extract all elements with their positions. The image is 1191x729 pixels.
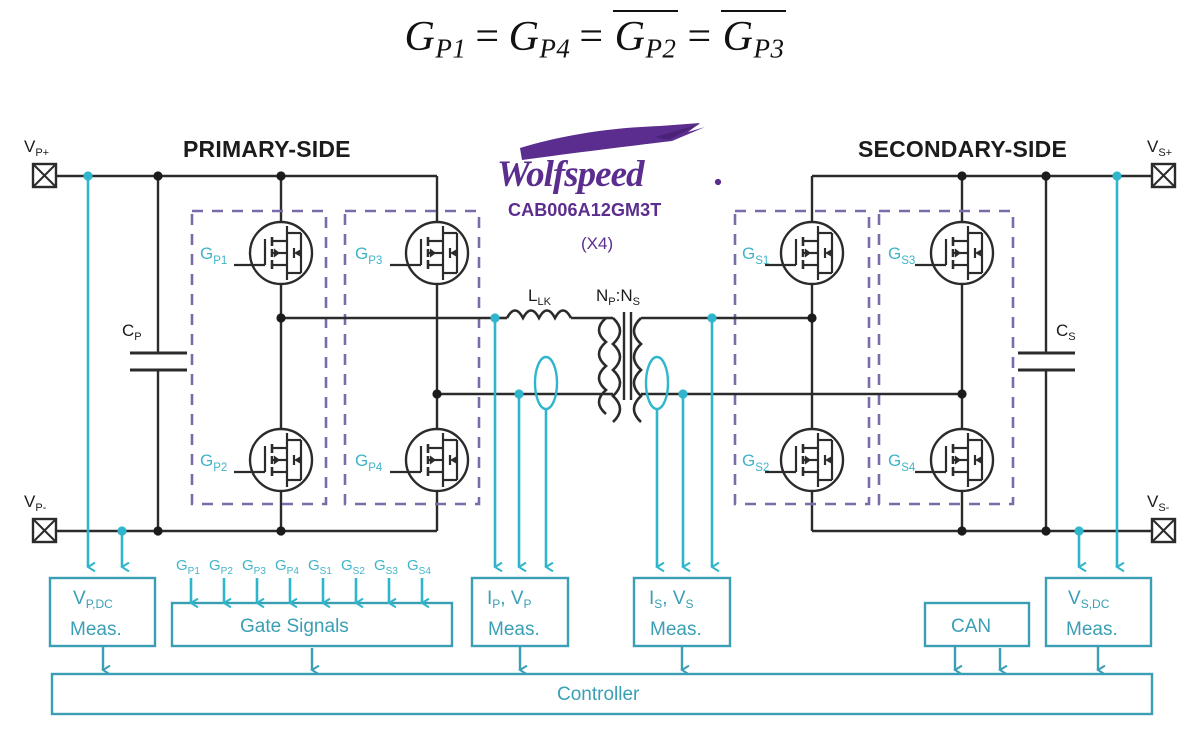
capacitor-cs: CS [1018, 171, 1076, 536]
terminal-vs-plus-label: VS+ [1147, 137, 1172, 159]
mosfet-qs2 [763, 427, 845, 493]
schematic-canvas: PRIMARY-SIDE SECONDARY-SIDE Wolfspeed CA… [24, 123, 1177, 716]
gate-signal-label-gp1: GP1 [176, 557, 200, 577]
block-ip-vp-meas-line2: Meas. [488, 619, 540, 640]
gate-signal-arrows [191, 578, 422, 603]
capacitor-cs-label: CS [1056, 321, 1076, 343]
terminal-vp-minus: VP- [24, 492, 58, 544]
wolfspeed-logo: Wolfspeed [497, 123, 722, 195]
terminal-vp-minus-label: VP- [24, 492, 47, 514]
gate-label-gs2: GS2 [742, 451, 769, 474]
terminal-vs-minus: VS- [1147, 492, 1177, 544]
terminal-vs-minus-label: VS- [1147, 492, 1170, 514]
wolfspeed-wordmark: Wolfspeed [497, 154, 645, 195]
block-can-label: CAN [951, 616, 991, 637]
gate-label-gp2: GP2 [200, 451, 227, 474]
transformer: NP:NS [596, 286, 712, 423]
terminal-vp-plus-label: VP+ [24, 137, 49, 159]
mosfet-qs4 [913, 427, 995, 493]
gate-label-gs3: GS3 [888, 244, 915, 267]
turns-ratio-label: NP:NS [596, 286, 640, 308]
secondary-side-title: SECONDARY-SIDE [858, 136, 1067, 162]
module-quantity: (X4) [581, 234, 613, 253]
gate-label-gp4: GP4 [355, 451, 383, 474]
gate-signal-label-gp4: GP4 [275, 557, 299, 577]
terminal-vp-plus: VP+ [24, 137, 58, 189]
block-is-vs-meas-line2: Meas. [650, 619, 702, 640]
block-vs-dc-meas-line2: Meas. [1066, 619, 1118, 640]
inductor-llk-label: LLK [528, 286, 552, 308]
block-ip-vp-meas[interactable]: IP, VP Meas. [470, 576, 570, 648]
block-controller[interactable]: Controller [50, 672, 1154, 716]
gate-label-gs1: GS1 [742, 244, 769, 267]
mosfet-qp2 [232, 427, 314, 493]
mosfet-qs3 [913, 220, 995, 286]
capacitor-cp: CP [122, 171, 187, 536]
gate-label-gp3: GP3 [355, 244, 382, 267]
capacitor-cp-label: CP [122, 321, 142, 343]
block-vp-dc-meas[interactable]: VP,DC Meas. [48, 576, 157, 648]
gate-signal-label-gp2: GP2 [209, 557, 233, 577]
current-sensor-ip [533, 355, 559, 411]
primary-side-title: PRIMARY-SIDE [183, 136, 351, 162]
part-number: CAB006A12GM3T [508, 200, 661, 220]
block-can[interactable]: CAN [923, 601, 1031, 648]
current-sensor-is [644, 355, 670, 411]
block-gate-signals[interactable]: Gate Signals [170, 601, 454, 648]
gate-signal-label-gs3: GS3 [374, 557, 398, 577]
block-controller-label: Controller [557, 684, 640, 705]
gate-label-gs4: GS4 [888, 451, 916, 474]
leakage-inductor-llk: LLK [495, 286, 606, 321]
gate-signal-label-gs4: GS4 [407, 557, 431, 577]
gate-signal-label-gs1: GS1 [308, 557, 332, 577]
block-vs-dc-meas[interactable]: VS,DC Meas. [1044, 576, 1153, 648]
block-is-vs-meas[interactable]: IS, VS Meas. [632, 576, 732, 648]
gate-signal-label-gs2: GS2 [341, 557, 365, 577]
mosfet-qp4 [388, 427, 470, 493]
gate-label-gp1: GP1 [200, 244, 227, 267]
gate-signal-label-gp3: GP3 [242, 557, 266, 577]
terminal-vs-plus: VS+ [1147, 137, 1177, 189]
block-vp-dc-meas-line2: Meas. [70, 619, 122, 640]
diagram-root: GP1 = GP4 = GP2 = GP3 PRIMARY-SIDE SECON… [0, 0, 1191, 729]
mosfet-qs1 [763, 220, 845, 286]
block-gate-signals-label: Gate Signals [240, 616, 349, 637]
mosfet-qp3 [388, 220, 470, 286]
mosfet-qp1 [232, 220, 314, 286]
